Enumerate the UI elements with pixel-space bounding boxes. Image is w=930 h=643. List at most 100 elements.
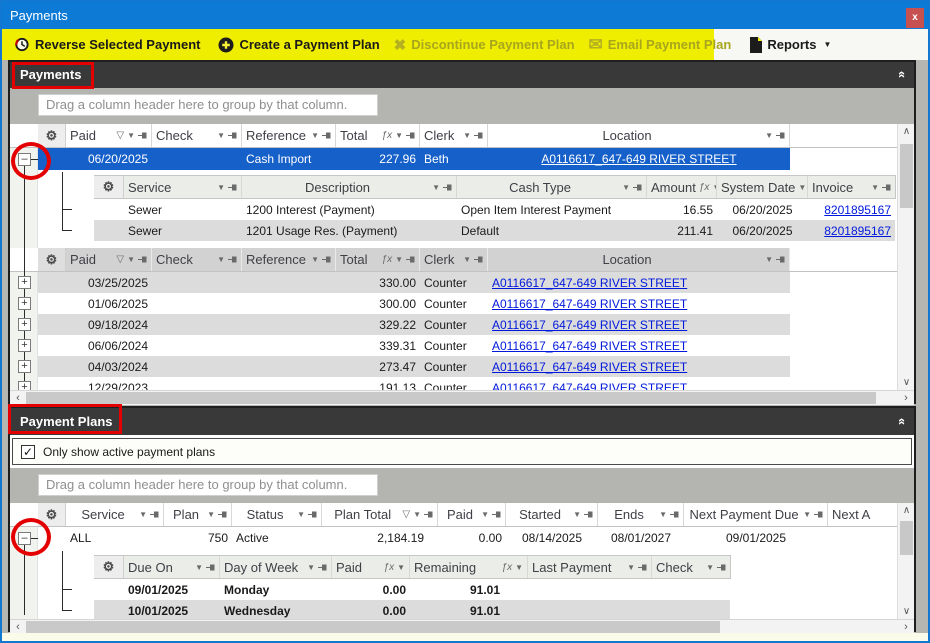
pin-icon[interactable] xyxy=(474,255,483,264)
filter-icon[interactable]: ▼ xyxy=(871,183,879,192)
pin-icon[interactable] xyxy=(228,183,237,192)
column-header-clerk[interactable]: Clerk▼ xyxy=(420,248,488,271)
filter-icon[interactable]: ▼ xyxy=(127,131,135,140)
location-link[interactable]: A0116617_647-649 RIVER STREET xyxy=(541,152,736,166)
vertical-scrollbar[interactable]: ∧ ∨ xyxy=(897,503,914,619)
column-header-status[interactable]: Status▼ xyxy=(232,503,322,526)
expand-row-button[interactable]: + xyxy=(18,381,31,390)
column-header-next-a[interactable]: Next A xyxy=(828,503,898,526)
pin-icon[interactable] xyxy=(424,510,433,519)
expand-row-button[interactable]: + xyxy=(18,339,31,352)
pin-icon[interactable] xyxy=(322,255,331,264)
scrollbar-thumb[interactable] xyxy=(26,621,720,633)
location-link[interactable]: A0116617_647-649 RIVER STREET xyxy=(492,318,687,332)
pin-icon[interactable] xyxy=(206,563,215,572)
column-header-cash-type[interactable]: Cash Type▼ xyxy=(457,176,647,198)
filter-icon[interactable]: ▼ xyxy=(515,563,523,572)
pin-icon[interactable] xyxy=(882,183,891,192)
pin-icon[interactable] xyxy=(228,131,237,140)
payment-row[interactable]: 06/06/2024 339.31 Counter A0116617_647-6… xyxy=(10,335,914,356)
filter-icon[interactable]: ▼ xyxy=(207,510,215,519)
filter-icon[interactable]: ▼ xyxy=(627,563,635,572)
column-header-paid[interactable]: Paid▼ xyxy=(438,503,506,526)
plan-detail-row[interactable]: 09/01/2025 Monday 0.00 91.01 xyxy=(10,579,914,600)
pin-icon[interactable] xyxy=(138,131,147,140)
column-header-system-date[interactable]: System Date▼ xyxy=(717,176,808,198)
scrollbar-thumb[interactable] xyxy=(900,521,913,555)
pin-icon[interactable] xyxy=(492,510,501,519)
plan-row[interactable]: ALL 750 Active 2,184.19 0.00 08/14/2025 … xyxy=(10,527,914,549)
expand-row-button[interactable]: + xyxy=(18,276,31,289)
scroll-down-arrow[interactable]: ∨ xyxy=(898,375,914,390)
column-header-last-payment[interactable]: Last Payment▼ xyxy=(528,556,652,578)
filter-icon[interactable]: ▼ xyxy=(139,510,147,519)
column-header-invoice[interactable]: Invoice▼ xyxy=(808,176,895,198)
filter-icon[interactable]: ▼ xyxy=(803,510,811,519)
scrollbar-thumb[interactable] xyxy=(900,144,913,208)
expand-row-button[interactable]: + xyxy=(18,360,31,373)
column-header-total[interactable]: Totalƒx▼ xyxy=(336,124,420,147)
payment-row-selected[interactable]: 06/20/2025 Cash Import 227.96 Beth A0116… xyxy=(10,148,914,170)
column-chooser-gear[interactable]: ⚙ xyxy=(38,124,66,147)
filter-icon[interactable]: ▼ xyxy=(297,510,305,519)
horizontal-scrollbar[interactable]: ‹ › xyxy=(10,390,914,405)
filter-icon[interactable]: ▼ xyxy=(395,255,403,264)
scroll-down-arrow[interactable]: ∨ xyxy=(898,604,914,619)
horizontal-scrollbar[interactable]: ‹ › xyxy=(10,619,914,634)
pin-icon[interactable] xyxy=(443,183,452,192)
filter-icon[interactable]: ▼ xyxy=(413,510,421,519)
payments-panel-header[interactable]: Payments « xyxy=(10,62,914,88)
filter-icon[interactable]: ▼ xyxy=(432,183,440,192)
pin-icon[interactable] xyxy=(776,131,785,140)
filter-icon[interactable]: ▼ xyxy=(573,510,581,519)
column-header-service[interactable]: Service▼ xyxy=(124,176,242,198)
pin-icon[interactable] xyxy=(584,510,593,519)
discontinue-payment-plan-button[interactable]: ✖ Discontinue Payment Plan xyxy=(387,31,582,58)
pin-icon[interactable] xyxy=(406,131,415,140)
column-header-reference[interactable]: Reference▼ xyxy=(242,248,336,271)
reverse-selected-payment-button[interactable]: Reverse Selected Payment xyxy=(6,31,207,58)
payment-row[interactable]: 09/18/2024 329.22 Counter A0116617_647-6… xyxy=(10,314,914,335)
invoice-link[interactable]: 8201895167 xyxy=(824,203,891,217)
column-header-location[interactable]: Location▼ xyxy=(488,124,790,147)
filter-icon[interactable]: ▼ xyxy=(195,563,203,572)
filter-icon[interactable]: ▼ xyxy=(706,563,714,572)
column-header-amount[interactable]: Amountƒx▼ xyxy=(647,176,717,198)
pin-icon[interactable] xyxy=(474,131,483,140)
scroll-up-arrow[interactable]: ∧ xyxy=(898,124,914,139)
filter-icon[interactable]: ▼ xyxy=(311,131,319,140)
column-header-plan-total[interactable]: Plan Total▽▼ xyxy=(322,503,438,526)
payment-detail-row[interactable]: Sewer 1200 Interest (Payment) Open Item … xyxy=(10,199,914,220)
pin-icon[interactable] xyxy=(406,255,415,264)
filter-icon[interactable]: ▼ xyxy=(217,255,225,264)
column-header-check[interactable]: Check▼ xyxy=(152,248,242,271)
payment-row[interactable]: 04/03/2024 273.47 Counter A0116617_647-6… xyxy=(10,356,914,377)
filter-icon[interactable]: ▼ xyxy=(765,131,773,140)
column-header-clerk[interactable]: Clerk▼ xyxy=(420,124,488,147)
column-header-paid[interactable]: Paidƒx▼ xyxy=(332,556,410,578)
payment-row[interactable]: 03/25/2025 330.00 Counter A0116617_647-6… xyxy=(10,272,914,293)
plans-group-by-bar[interactable]: Drag a column header here to group by th… xyxy=(10,468,914,503)
column-header-due-on[interactable]: Due On▼ xyxy=(124,556,220,578)
invoice-link[interactable]: 8201895167 xyxy=(824,224,891,238)
scroll-right-arrow[interactable]: › xyxy=(898,391,914,406)
collapse-row-button[interactable]: – xyxy=(18,532,31,545)
plans-panel-header[interactable]: Payment Plans « xyxy=(10,408,914,435)
payment-row[interactable]: 01/06/2025 300.00 Counter A0116617_647-6… xyxy=(10,293,914,314)
expand-row-button[interactable]: + xyxy=(18,318,31,331)
pin-icon[interactable] xyxy=(670,510,679,519)
pin-icon[interactable] xyxy=(633,183,642,192)
pin-icon[interactable] xyxy=(318,563,327,572)
payment-row[interactable]: 12/29/2023 191.13 Counter A0116617_647-6… xyxy=(10,377,914,390)
collapse-row-button[interactable]: – xyxy=(18,153,31,166)
column-header-started[interactable]: Started▼ xyxy=(506,503,598,526)
reports-button[interactable]: Reports ▼ xyxy=(742,31,838,58)
filter-icon[interactable]: ▼ xyxy=(395,131,403,140)
location-link[interactable]: A0116617_647-649 RIVER STREET xyxy=(492,339,687,353)
collapse-chevron-icon[interactable]: « xyxy=(895,418,910,425)
column-header-paid[interactable]: Paid▽▼ xyxy=(66,248,152,271)
pin-icon[interactable] xyxy=(638,563,647,572)
location-link[interactable]: A0116617_647-649 RIVER STREET xyxy=(492,297,687,311)
scroll-left-arrow[interactable]: ‹ xyxy=(10,391,26,406)
filter-icon[interactable]: ▼ xyxy=(463,131,471,140)
